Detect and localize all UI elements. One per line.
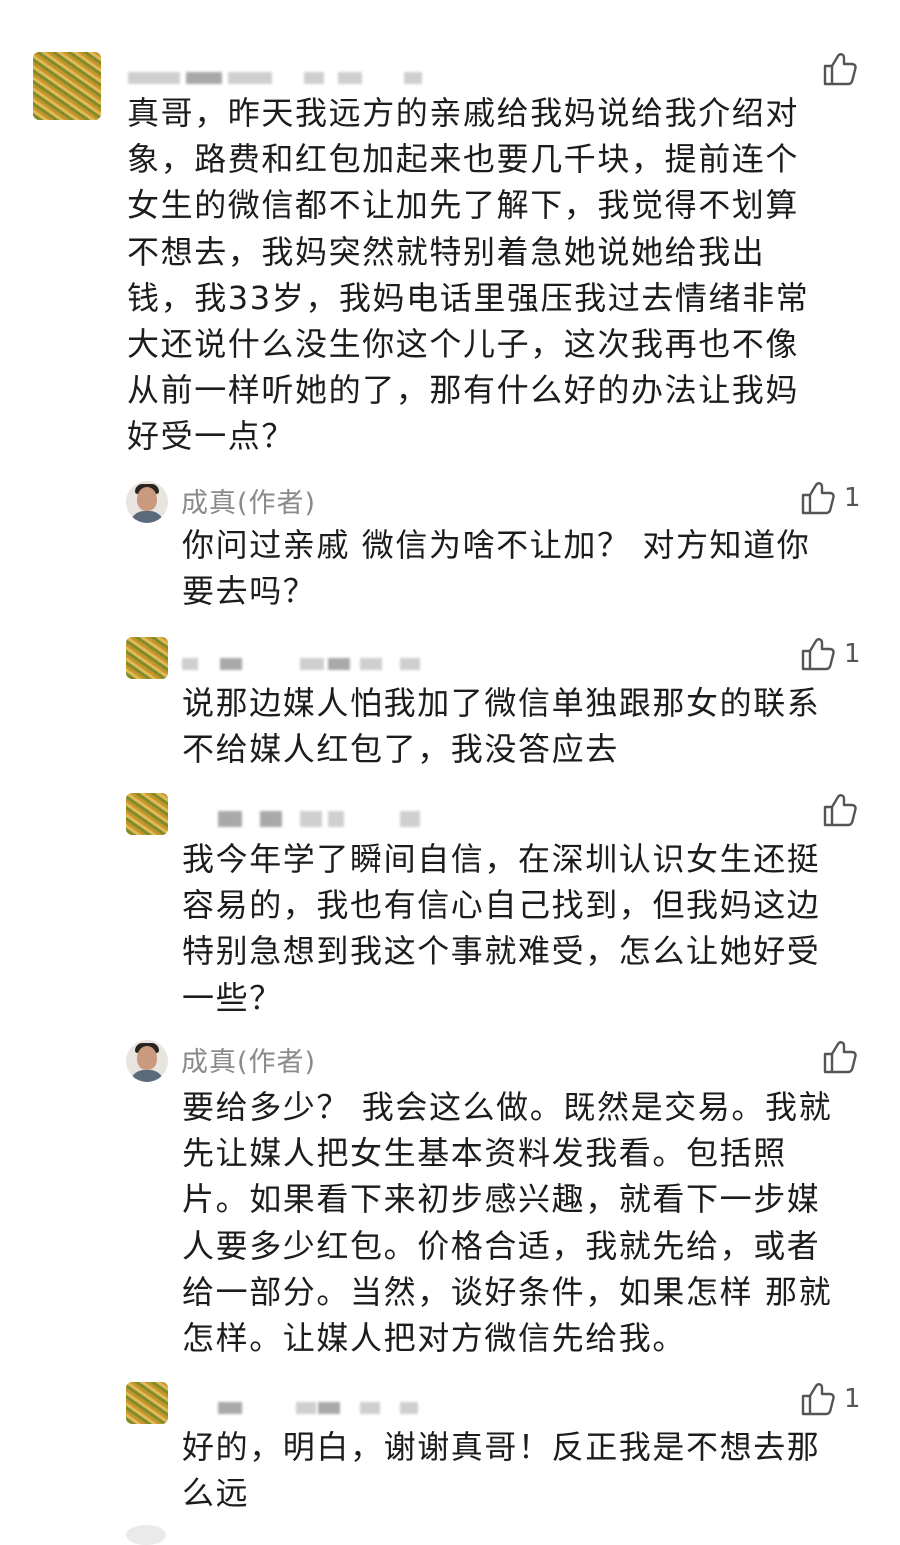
- thumbs-up-icon: [823, 794, 857, 827]
- comment-text: 你问过亲戚 微信为啥不让加？ 对方知道你 要去吗？: [182, 526, 811, 611]
- like-count: 1: [844, 483, 861, 513]
- like-button[interactable]: [822, 1040, 866, 1074]
- avatar[interactable]: [126, 793, 168, 835]
- comment-text: 我今年学了瞬间自信，在深圳认识女生还挺 容易的，我也有信心自己找到，但我妈这边 …: [182, 840, 821, 1017]
- like-count: 1: [844, 1384, 861, 1414]
- thumbs-up-icon: [823, 1041, 857, 1074]
- thumbs-up-icon: [801, 1383, 835, 1416]
- like-button[interactable]: 1: [800, 637, 861, 671]
- username-blurred[interactable]: [218, 811, 428, 827]
- comment-text: 说那边媒人怕我加了微信单独跟那女的联系 不给媒人红包了，我没答应去: [182, 684, 821, 769]
- avatar[interactable]: [33, 52, 101, 120]
- like-button[interactable]: 1: [800, 1382, 861, 1416]
- author-avatar[interactable]: [126, 481, 168, 523]
- like-button[interactable]: 1: [800, 481, 861, 515]
- comment-text: 好的，明白，谢谢真哥！反正我是不想去那 么远: [182, 1428, 821, 1513]
- username-blurred[interactable]: [182, 658, 442, 672]
- like-button[interactable]: [822, 52, 866, 86]
- username-blurred[interactable]: [218, 1402, 428, 1416]
- avatar[interactable]: [126, 637, 168, 679]
- thumbs-up-icon: [801, 638, 835, 671]
- thumbs-up-icon: [823, 53, 857, 86]
- like-button[interactable]: [822, 793, 866, 827]
- thumbs-up-icon: [801, 482, 835, 515]
- author-avatar[interactable]: [126, 1040, 168, 1082]
- next-avatar-partial: [126, 1525, 166, 1545]
- username-blurred[interactable]: [128, 72, 428, 86]
- comment-text: 真哥，昨天我远方的亲戚给我妈说给我介绍对 象，路费和红包加起来也要几千块，提前连…: [127, 94, 810, 456]
- author-name[interactable]: 成真(作者): [181, 1040, 316, 1079]
- like-count: 1: [844, 639, 861, 669]
- avatar[interactable]: [126, 1382, 168, 1424]
- comment-text: 要给多少？ 我会这么做。既然是交易。我就 先让媒人把女生基本资料发我看。包括照 …: [182, 1088, 833, 1358]
- author-name[interactable]: 成真(作者): [181, 481, 316, 520]
